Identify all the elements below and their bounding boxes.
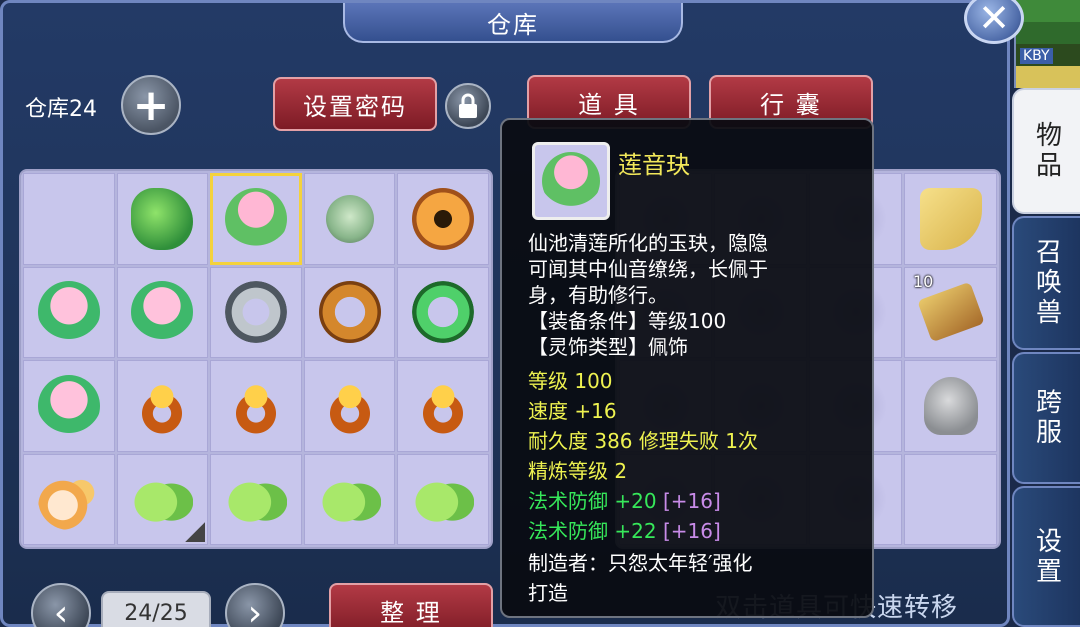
side-tab-settings[interactable]: 设置 xyxy=(1012,486,1080,627)
pink-flower-jade-icon xyxy=(131,281,194,344)
warehouse-slot[interactable] xyxy=(116,266,209,358)
side-tab-cross-server-label: 跨服 xyxy=(1031,388,1062,448)
item-tooltip: 莲音玦 仙池清莲所化的玉玦，隐隐 可闻其中仙音缭绕，长佩于 身，有助修行。 【装… xyxy=(500,118,874,618)
warehouse-slot[interactable] xyxy=(23,173,115,265)
lotus-jade-icon xyxy=(224,187,287,250)
chevron-left-icon: ‹ xyxy=(53,592,69,627)
warehouse-slot[interactable] xyxy=(210,173,302,265)
warehouse-slot[interactable] xyxy=(210,453,302,545)
side-tab-settings-label: 设置 xyxy=(1031,526,1062,587)
fan-icon xyxy=(919,187,982,250)
side-tab-summon[interactable]: 召唤兽 xyxy=(1012,216,1080,350)
warehouse-slot[interactable] xyxy=(210,266,302,358)
side-tab-summon-label: 召唤兽 xyxy=(1031,238,1062,328)
bag-slot[interactable] xyxy=(904,453,997,545)
warehouse-slot[interactable] xyxy=(397,360,489,452)
warehouse-slot[interactable] xyxy=(23,360,115,452)
warehouse-slot[interactable] xyxy=(210,360,302,452)
warehouse-slot[interactable] xyxy=(116,173,209,265)
tab-items-label: 道 具 xyxy=(578,90,640,119)
stat-magic-def-2: 法术防御 +22 [+16] xyxy=(528,516,721,546)
window-title: 仓库 xyxy=(343,3,683,43)
maker-line-2: 打造 xyxy=(528,581,568,605)
window-title-text: 仓库 xyxy=(487,10,539,39)
tooltip-desc-line: 仙池清莲所化的玉玦，隐隐 xyxy=(528,231,768,255)
page-indicator: 24/25 xyxy=(101,591,211,627)
warehouse-slot[interactable] xyxy=(397,453,489,545)
warehouse-slot[interactable] xyxy=(303,173,396,265)
next-page-button[interactable]: › xyxy=(225,583,285,627)
minimap[interactable]: KBY xyxy=(1014,0,1080,88)
orange-flower-ring-icon xyxy=(131,374,194,437)
stat-magic-def-1: 法术防御 +20 [+16] xyxy=(528,486,721,516)
set-password-button[interactable]: 设置密码 xyxy=(273,77,437,131)
set-password-label: 设置密码 xyxy=(303,92,407,121)
warehouse-slot[interactable] xyxy=(397,266,489,358)
side-tab-items-label: 物品 xyxy=(1031,121,1062,181)
warehouse-slot[interactable] xyxy=(303,453,396,545)
amulet-icon xyxy=(412,187,475,250)
prev-page-button[interactable]: ‹ xyxy=(31,583,91,627)
green-leaf-earring-icon xyxy=(131,468,194,531)
bag-slot[interactable] xyxy=(904,360,997,452)
warehouse-slot[interactable] xyxy=(397,173,489,265)
lock-icon[interactable] xyxy=(445,83,491,129)
stat-refine: 精炼等级 2 xyxy=(528,459,628,483)
orange-flower-ring-icon xyxy=(412,374,475,437)
scroll-icon xyxy=(916,282,985,343)
bag-slot[interactable] xyxy=(904,173,997,265)
warehouse-slot[interactable] xyxy=(23,453,115,545)
warehouse-slot[interactable] xyxy=(23,266,115,358)
magic-def-2-bonus: [+16] xyxy=(662,519,721,543)
sort-label: 整 理 xyxy=(380,598,442,627)
tooltip-desc-line: 【灵饰类型】佩饰 xyxy=(528,335,688,359)
tooltip-item-name: 莲音玦 xyxy=(618,151,690,179)
wood-ring-icon xyxy=(318,281,381,344)
minimap-label: KBY xyxy=(1020,48,1053,64)
silver-ring-icon xyxy=(224,281,287,344)
storage-number-label: 仓库24 xyxy=(25,97,97,122)
tooltip-desc-line: 身，有助修行。 xyxy=(528,283,668,307)
warehouse-grid xyxy=(19,169,493,549)
stack-count: 10 xyxy=(913,271,934,291)
magic-def-2-value: 法术防御 +22 xyxy=(528,519,657,543)
side-tab-items[interactable]: 物品 xyxy=(1012,88,1080,214)
green-ring-icon xyxy=(412,281,475,344)
close-icon: ✕ xyxy=(978,0,1010,40)
tab-bag-label: 行 囊 xyxy=(760,90,822,119)
green-leaf-earring-icon xyxy=(412,468,475,531)
chevron-right-icon: › xyxy=(247,592,263,627)
green-leaf-earring-icon xyxy=(224,468,287,531)
tooltip-item-icon xyxy=(532,142,610,220)
magic-def-1-bonus: [+16] xyxy=(662,489,721,513)
stone-icon xyxy=(923,376,978,435)
pearl-earring-icon xyxy=(37,468,100,531)
jade-pendant-icon xyxy=(325,194,374,243)
leaf-charm-icon xyxy=(131,187,194,250)
warehouse-slot[interactable] xyxy=(303,360,396,452)
warehouse-slot[interactable] xyxy=(116,360,209,452)
orange-flower-ring-icon xyxy=(318,374,381,437)
bag-slot[interactable]: 10 xyxy=(904,266,997,358)
side-tab-cross-server[interactable]: 跨服 xyxy=(1012,352,1080,484)
tooltip-desc-line: 可闻其中仙音缭绕，长佩于 xyxy=(528,257,768,281)
plus-icon: + xyxy=(132,79,170,131)
add-storage-button[interactable]: + xyxy=(121,75,181,135)
warehouse-slot[interactable] xyxy=(116,453,209,545)
warehouse-slot[interactable] xyxy=(303,266,396,358)
stat-durability: 耐久度 386 修理失败 1次 xyxy=(528,429,758,453)
sort-button[interactable]: 整 理 xyxy=(329,583,493,627)
pink-flower-jade-icon xyxy=(37,374,100,437)
lotus-jade-icon xyxy=(542,152,600,210)
page-number: 24/25 xyxy=(124,600,188,626)
orange-flower-ring-icon xyxy=(224,374,287,437)
stat-level: 等级 100 xyxy=(528,369,613,393)
green-leaf-earring-icon xyxy=(318,468,381,531)
magic-def-1-value: 法术防御 +20 xyxy=(528,489,657,513)
maker-line-1: 制造者：只怨太年轻′强化 xyxy=(528,551,753,575)
tooltip-description: 仙池清莲所化的玉玦，隐隐 可闻其中仙音缭绕，长佩于 身，有助修行。 【装备条件】… xyxy=(528,230,858,360)
tooltip-desc-line: 【装备条件】等级100 xyxy=(528,309,727,333)
stat-speed: 速度 +16 xyxy=(528,399,617,423)
pink-flower-jade-icon xyxy=(37,281,100,344)
